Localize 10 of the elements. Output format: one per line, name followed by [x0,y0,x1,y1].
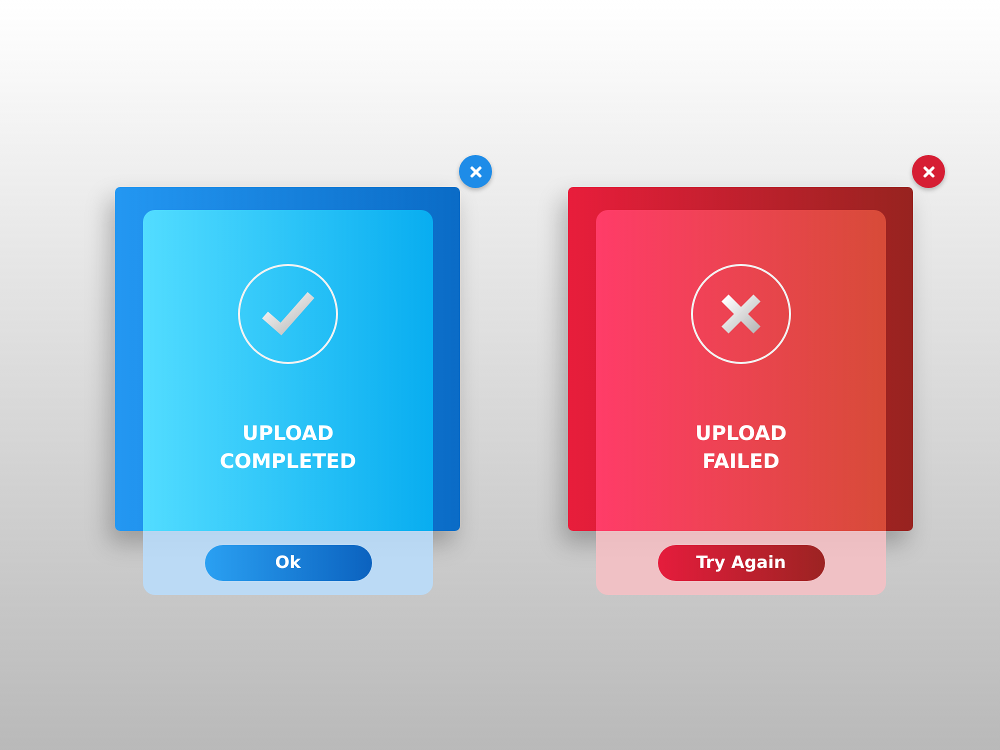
cross-circle-icon [690,263,792,365]
close-icon [468,164,482,178]
close-button[interactable] [912,155,945,188]
close-icon [922,164,936,178]
action-button[interactable]: Ok [204,545,372,581]
check-circle-icon [237,263,339,365]
dialog-title: UPLOAD COMPLETED [218,420,358,475]
dialog-title: UPLOAD FAILED [694,420,788,475]
action-button[interactable]: Try Again [658,545,824,581]
close-button[interactable] [459,155,492,188]
